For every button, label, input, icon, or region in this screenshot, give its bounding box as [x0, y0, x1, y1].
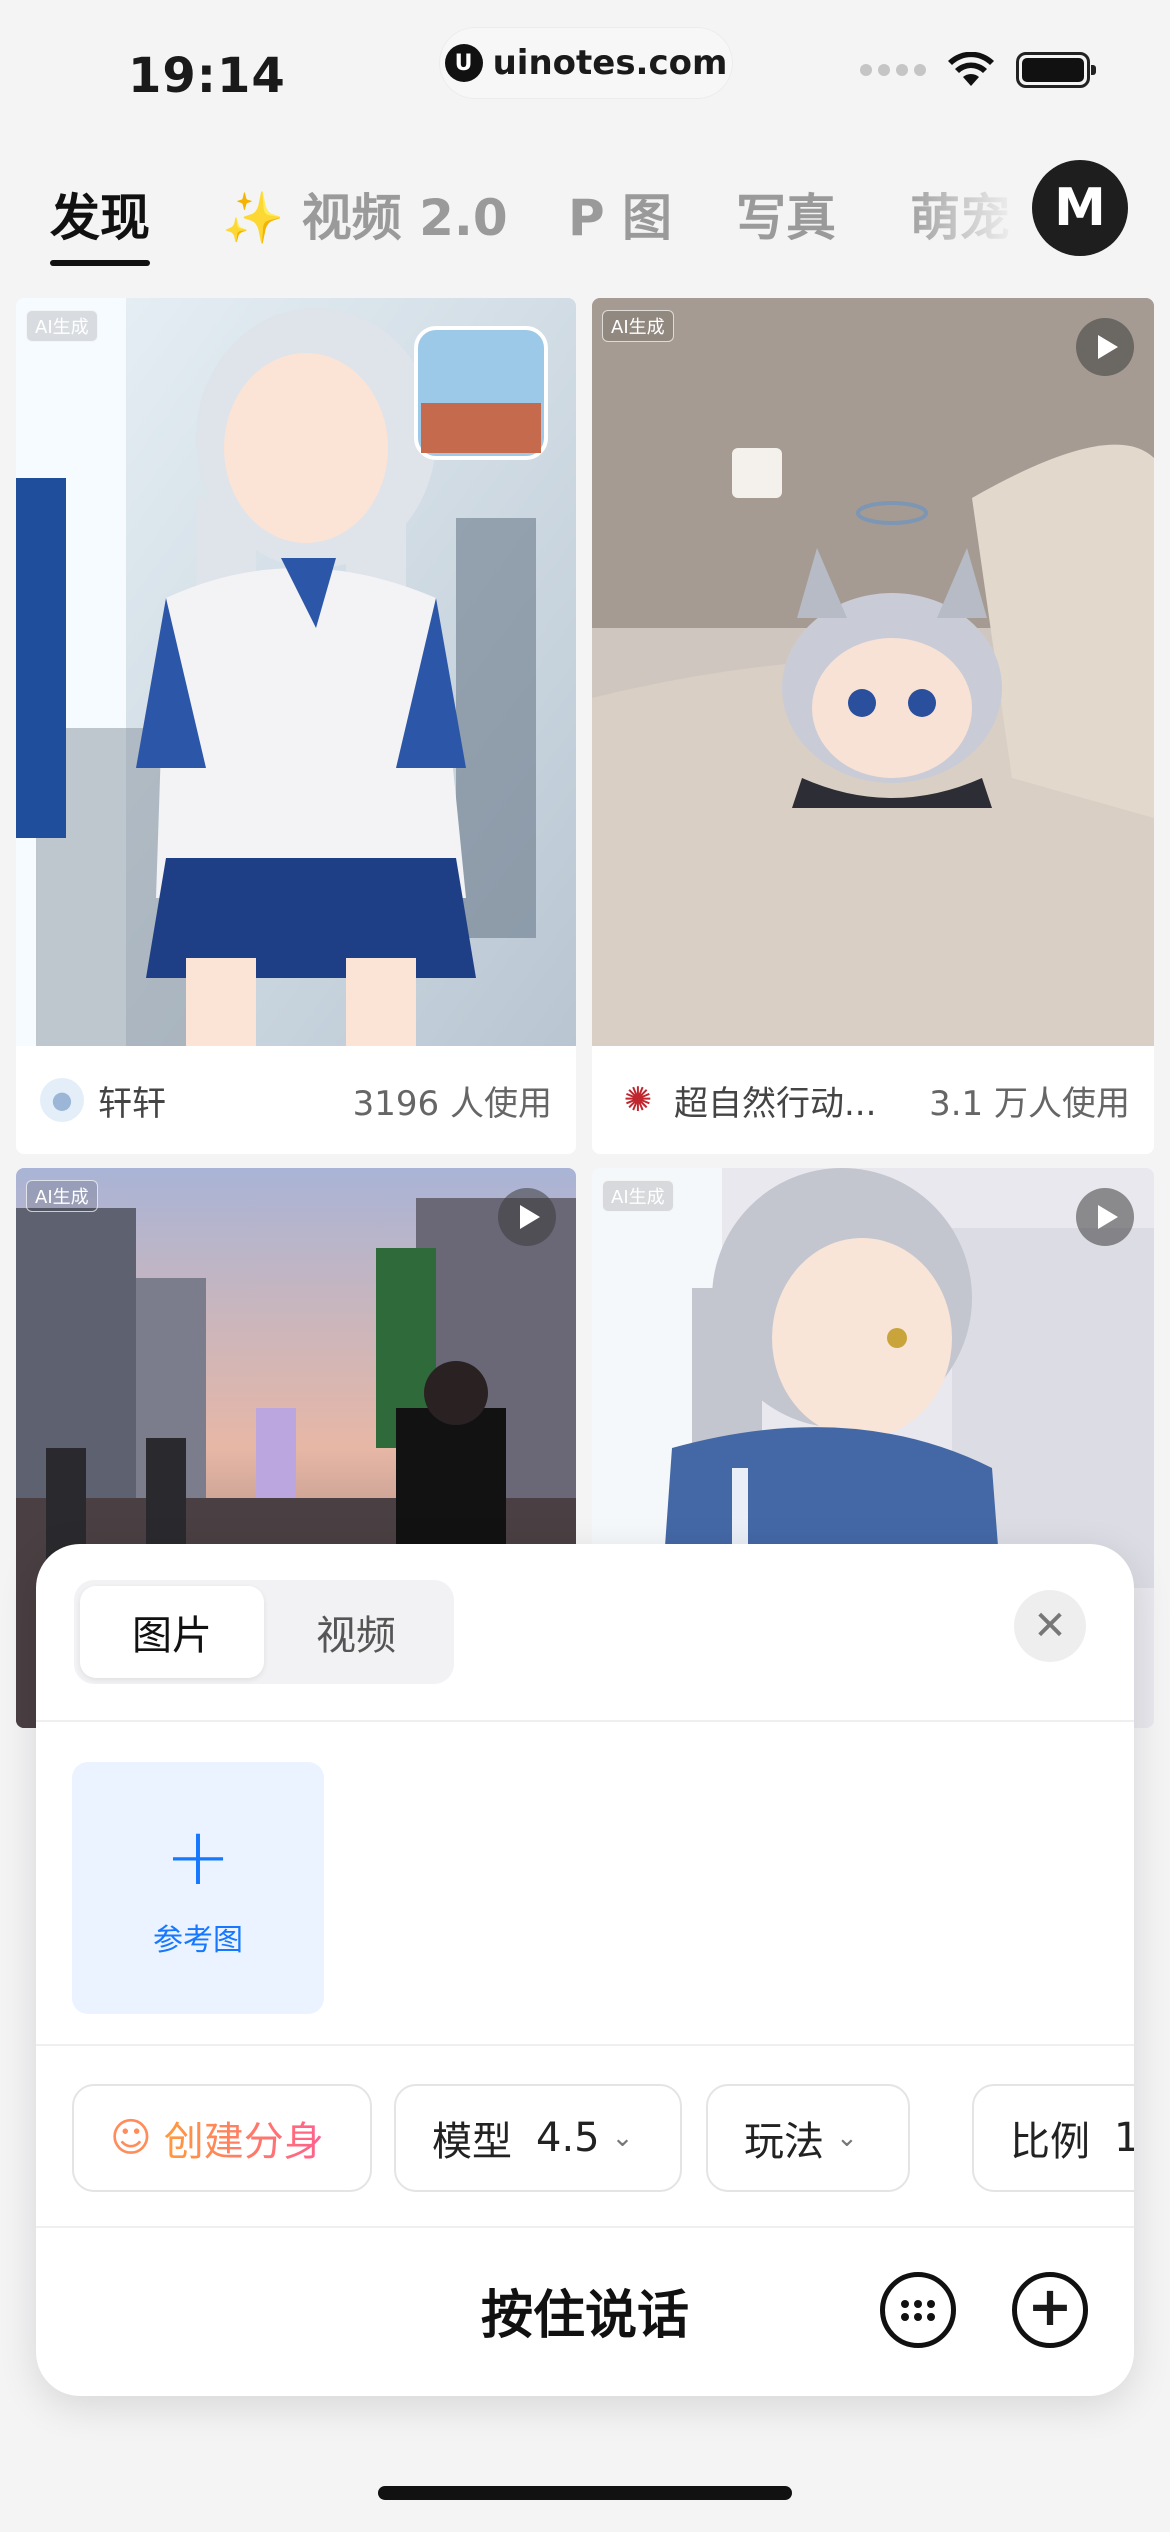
divider [36, 2044, 1134, 2046]
ratio-label: 比例 [1010, 2119, 1090, 2165]
ai-generated-badge: AI生成 [602, 1180, 674, 1212]
card-1-footer: ● 轩轩 3196 人使用 [16, 1046, 576, 1154]
ai-generated-badge: AI生成 [26, 310, 98, 342]
feed-card-2[interactable]: AI生成 ✺ 超自然行动... 3.1 万人使用 [592, 298, 1154, 1154]
status-bar: 19:14 U uinotes.com [0, 0, 1170, 140]
hold-to-talk-button[interactable]: 按住说话 [36, 2224, 1134, 2396]
feed-card-1[interactable]: AI生成 ● 轩轩 3196 人使用 [16, 298, 576, 1154]
reference-image-button[interactable]: + 参考图 [72, 1762, 324, 2014]
tab-video[interactable]: ✨ 视频 2.0 [222, 178, 508, 250]
segment-video[interactable]: 视频 [264, 1586, 448, 1678]
site-logo-icon: U [444, 44, 483, 82]
card-2-image [592, 298, 1154, 1046]
divider [36, 1720, 1134, 1722]
card-1-image [16, 298, 576, 1046]
chevron-down-icon: ⌄ [836, 2123, 858, 2153]
create-sheet: 图片 视频 ✕ + 参考图 ☺ 创建分身 模型 4.5 ⌄ 玩法 ⌄ 比例 1:… [36, 1544, 1134, 2396]
chevron-down-icon: ⌄ [611, 2123, 634, 2153]
video-play-icon [1076, 318, 1134, 376]
user-avatar-icon: ✺ [623, 1080, 653, 1120]
url-pill[interactable]: U uinotes.com [440, 28, 732, 98]
card-1-author: 轩轩 [98, 1083, 166, 1124]
tab-portrait[interactable]: 写真 [736, 178, 836, 250]
media-type-toggle: 图片 视频 [74, 1580, 454, 1684]
play-mode-label: 玩法 [744, 2119, 824, 2165]
voice-input-bar: 按住说话 + [36, 2224, 1134, 2396]
segment-image[interactable]: 图片 [80, 1586, 264, 1678]
user-avatar-icon: ● [40, 1078, 84, 1122]
active-tab-indicator [50, 260, 150, 266]
ratio-value: 1:1 [1114, 2115, 1134, 2161]
wifi-icon [948, 52, 994, 86]
reference-label: 参考图 [153, 1923, 243, 1958]
profile-avatar[interactable]: M [1032, 160, 1128, 256]
status-icons [860, 52, 1096, 88]
model-label: 模型 [432, 2119, 512, 2165]
create-clone-button[interactable]: ☺ 创建分身 [72, 2084, 372, 2192]
ai-generated-badge: AI生成 [26, 1180, 98, 1212]
head-profile-icon: ☺ [110, 2115, 152, 2161]
ai-generated-badge: AI生成 [602, 310, 674, 342]
model-value: 4.5 [536, 2115, 600, 2161]
card-2-usage: 3.1 万人使用 [929, 1083, 1130, 1124]
play-mode-select[interactable]: 玩法 ⌄ [706, 2084, 910, 2192]
video-play-icon [498, 1188, 556, 1246]
tab-discover[interactable]: 发现 [50, 178, 150, 250]
ratio-select[interactable]: 比例 1:1 [972, 2084, 1134, 2192]
cellular-icon [860, 64, 926, 76]
video-play-icon [1076, 1188, 1134, 1246]
tabs-fade [900, 150, 1020, 270]
add-circle-icon[interactable]: + [1012, 2272, 1088, 2348]
tab-photo-edit[interactable]: P 图 [568, 178, 672, 250]
url-text: uinotes.com [492, 43, 728, 83]
close-icon[interactable]: ✕ [1014, 1590, 1086, 1662]
plus-icon: + [164, 1810, 232, 1903]
home-indicator [378, 2486, 792, 2500]
status-time: 19:14 [128, 48, 286, 104]
model-select[interactable]: 模型 4.5 ⌄ [394, 2084, 682, 2192]
card-2-footer: ✺ 超自然行动... 3.1 万人使用 [592, 1046, 1154, 1154]
keyboard-icon[interactable] [880, 2272, 956, 2348]
card-2-author: 超自然行动... [674, 1083, 877, 1124]
card-1-usage: 3196 人使用 [352, 1083, 552, 1124]
battery-icon [1016, 52, 1096, 88]
create-clone-label: 创建分身 [164, 2109, 324, 2167]
option-chips: ☺ 创建分身 模型 4.5 ⌄ 玩法 ⌄ 比例 1:1 [72, 2084, 1134, 2192]
